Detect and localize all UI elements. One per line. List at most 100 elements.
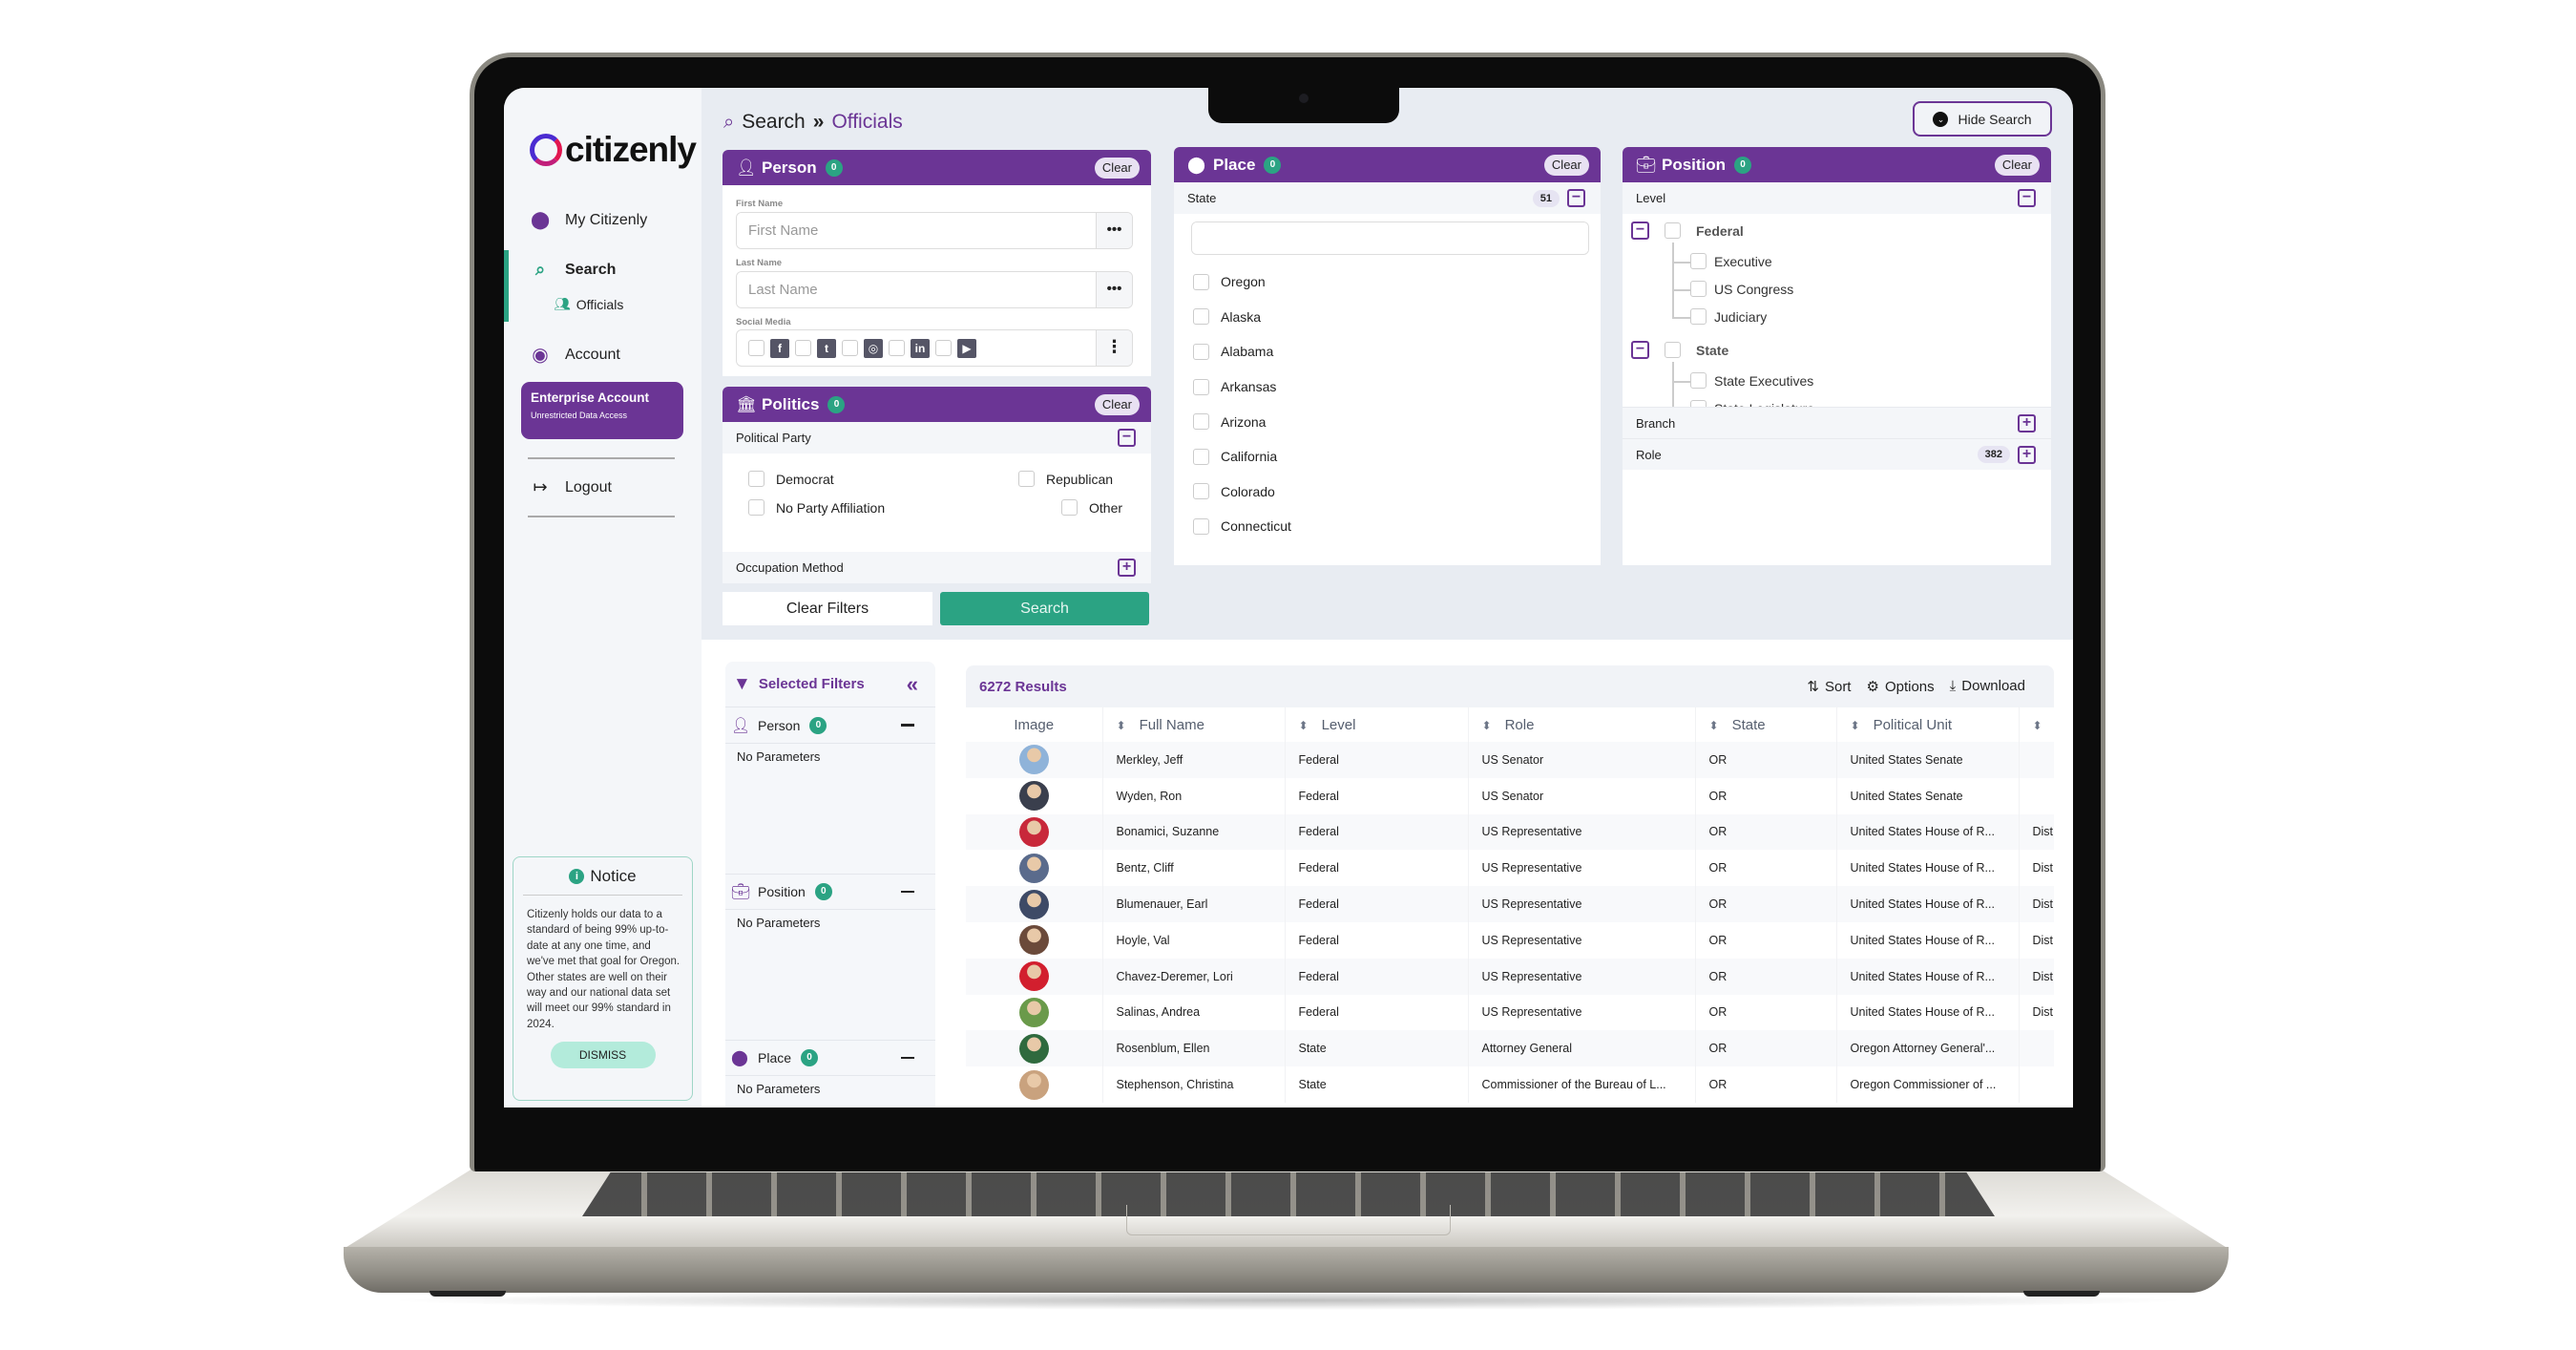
- linkedin-checkbox[interactable]: [889, 340, 905, 356]
- clear-position-button[interactable]: Clear: [1994, 154, 2040, 176]
- avatar[interactable]: [1018, 781, 1049, 812]
- avatar[interactable]: [1018, 853, 1049, 883]
- column-header-state[interactable]: ⬍ State: [1695, 707, 1837, 742]
- cell-full-name[interactable]: Rosenblum, Ellen: [1102, 1030, 1286, 1067]
- cell-full-name[interactable]: Stephenson, Christina: [1102, 1066, 1286, 1103]
- expand-icon[interactable]: +: [2018, 413, 2036, 432]
- logout-button[interactable]: ↦ Logout: [531, 477, 611, 497]
- political-party-section[interactable]: Political Party −: [723, 422, 1151, 454]
- party-option[interactable]: Republican: [1018, 471, 1113, 487]
- role-section[interactable]: Role 382 +: [1623, 438, 2051, 470]
- occupation-method-section[interactable]: Occupation Method +: [723, 552, 1151, 583]
- collapse-icon[interactable]: −: [2018, 189, 2036, 207]
- sidebar-item-search[interactable]: ⌕ Search: [531, 260, 616, 280]
- sort-arrows-icon[interactable]: ⬍: [2033, 719, 2042, 732]
- collapse-panel-icon[interactable]: «: [907, 672, 918, 697]
- clear-filters-button[interactable]: Clear Filters: [723, 592, 932, 625]
- twitter-checkbox[interactable]: [795, 340, 811, 356]
- cell-full-name[interactable]: Chavez-Deremer, Lori: [1102, 958, 1286, 995]
- level-child-node[interactable]: Judiciary: [1690, 308, 1767, 325]
- collapse-icon[interactable]: −: [1118, 429, 1136, 447]
- column-header-political-unit[interactable]: ⬍ Political Unit: [1836, 707, 2020, 742]
- table-row[interactable]: Salinas, Andrea Federal US Representative O…: [966, 994, 2054, 1031]
- state-search-input[interactable]: [1192, 222, 1588, 254]
- sort-arrows-icon[interactable]: ⬍: [1709, 719, 1719, 732]
- selected-filter-group-place[interactable]: ⬤ Place 0: [725, 1040, 935, 1076]
- checkbox[interactable]: [1690, 372, 1707, 389]
- checkbox[interactable]: [1018, 471, 1035, 487]
- avatar[interactable]: [1018, 997, 1049, 1027]
- selected-filter-group-person[interactable]: 👤︎ Person 0: [725, 707, 935, 744]
- level-section[interactable]: Level −: [1623, 182, 2051, 214]
- instagram-checkbox[interactable]: [842, 340, 858, 356]
- dismiss-button[interactable]: DISMISS: [550, 1042, 656, 1069]
- state-option[interactable]: Arkansas: [1193, 369, 1601, 405]
- table-row[interactable]: Merkley, Jeff Federal US Senator OR United S…: [966, 742, 2054, 778]
- more-options-icon[interactable]: •••: [1096, 272, 1132, 307]
- checkbox[interactable]: [1690, 308, 1707, 325]
- level-node[interactable]: − Federal: [1631, 221, 1744, 240]
- state-section[interactable]: State 51 −: [1174, 182, 1601, 214]
- clear-politics-button[interactable]: Clear: [1094, 393, 1140, 415]
- level-node[interactable]: − State: [1631, 341, 1728, 359]
- cell-full-name[interactable]: Merkley, Jeff: [1102, 742, 1286, 778]
- checkbox[interactable]: [1061, 499, 1078, 516]
- clear-place-button[interactable]: Clear: [1543, 154, 1589, 176]
- expand-icon[interactable]: +: [2018, 445, 2036, 464]
- table-row[interactable]: Wyden, Ron Federal US Senator OR United Stat…: [966, 777, 2054, 814]
- party-option[interactable]: No Party Affiliation: [748, 499, 885, 516]
- column-header-role[interactable]: ⬍ Role: [1468, 707, 1696, 742]
- table-row[interactable]: Chavez-Deremer, Lori Federal US Representa…: [966, 958, 2054, 995]
- checkbox[interactable]: [1690, 400, 1707, 407]
- checkbox[interactable]: [1665, 342, 1681, 358]
- enterprise-account-card[interactable]: Enterprise Account Unrestricted Data Acc…: [521, 382, 683, 439]
- table-row[interactable]: Stephenson, Christina State Commissioner o…: [966, 1066, 2054, 1103]
- cell-full-name[interactable]: Wyden, Ron: [1102, 777, 1286, 814]
- cell-full-name[interactable]: Bentz, Cliff: [1102, 850, 1286, 887]
- download-button[interactable]: ⤓ Download: [1950, 678, 2025, 695]
- collapse-icon[interactable]: −: [1631, 341, 1649, 359]
- youtube-checkbox[interactable]: [935, 340, 952, 356]
- last-name-input[interactable]: [737, 272, 1096, 307]
- checkbox[interactable]: [1193, 517, 1209, 535]
- kebab-menu-icon[interactable]: ⋮: [1096, 330, 1132, 366]
- state-option[interactable]: Arizona: [1193, 404, 1601, 439]
- expand-icon[interactable]: +: [1118, 559, 1136, 577]
- column-header-district[interactable]: ⬍: [2019, 707, 2054, 742]
- checkbox[interactable]: [1690, 253, 1707, 269]
- level-child-node[interactable]: State Legislature: [1690, 400, 1814, 407]
- level-child-node[interactable]: US Congress: [1690, 281, 1793, 297]
- checkbox[interactable]: [1193, 483, 1209, 500]
- table-row[interactable]: Bonamici, Suzanne Federal US Representativ…: [966, 813, 2054, 851]
- branch-section[interactable]: Branch +: [1623, 407, 2051, 438]
- checkbox[interactable]: [1690, 281, 1707, 297]
- avatar[interactable]: [1018, 1069, 1049, 1100]
- sort-button[interactable]: ⇅ Sort: [1807, 678, 1851, 695]
- brand-logo[interactable]: citizenly: [530, 130, 697, 170]
- sidebar-item-officials[interactable]: 👥︎ Officials: [554, 296, 623, 312]
- sort-arrows-icon[interactable]: ⬍: [1117, 719, 1126, 732]
- avatar[interactable]: [1018, 961, 1049, 992]
- breadcrumb-root[interactable]: Search: [742, 111, 806, 134]
- minus-icon[interactable]: [901, 724, 914, 727]
- selected-filter-group-position[interactable]: 💼︎ Position 0: [725, 874, 935, 910]
- options-button[interactable]: ⚙ Options: [1866, 678, 1934, 695]
- checkbox[interactable]: [748, 499, 764, 516]
- collapse-icon[interactable]: −: [1567, 189, 1585, 207]
- state-option[interactable]: Alaska: [1193, 300, 1601, 335]
- avatar[interactable]: [1018, 816, 1049, 847]
- column-header-level[interactable]: ⬍ Level: [1285, 707, 1469, 742]
- checkbox[interactable]: [1193, 273, 1209, 290]
- checkbox[interactable]: [1193, 413, 1209, 431]
- minus-icon[interactable]: [901, 890, 914, 894]
- level-child-node[interactable]: Executive: [1690, 253, 1772, 269]
- avatar[interactable]: [1018, 1033, 1049, 1064]
- column-header-full-name[interactable]: ⬍ Full Name: [1102, 707, 1286, 742]
- party-option[interactable]: Democrat: [748, 471, 834, 487]
- cell-full-name[interactable]: Bonamici, Suzanne: [1102, 813, 1286, 851]
- checkbox[interactable]: [1193, 308, 1209, 326]
- more-options-icon[interactable]: •••: [1096, 213, 1132, 248]
- sidebar-item-account[interactable]: ◉ Account: [531, 343, 620, 367]
- state-option[interactable]: Oregon: [1193, 264, 1601, 300]
- cell-full-name[interactable]: Blumenauer, Earl: [1102, 886, 1286, 922]
